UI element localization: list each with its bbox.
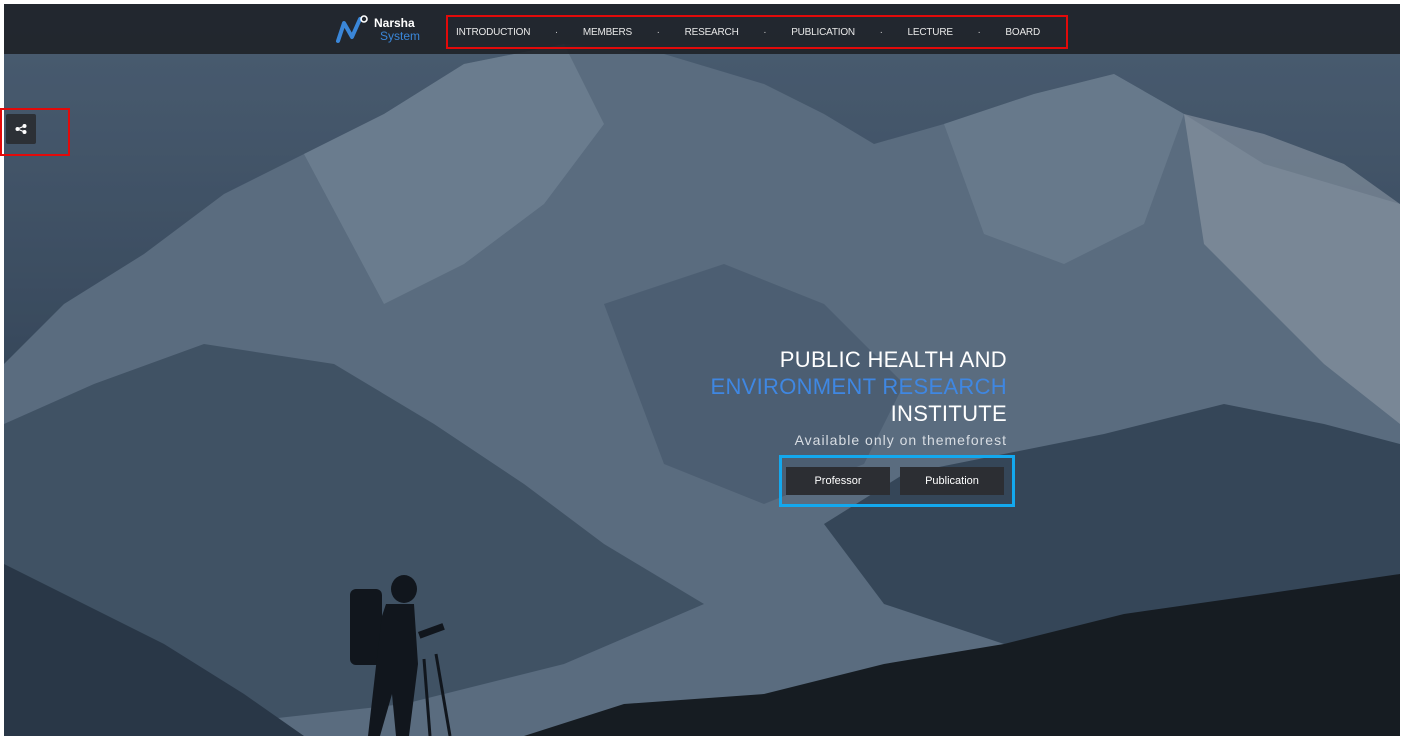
hero-subtitle: Available only on themeforest [794, 432, 1007, 448]
professor-button[interactable]: Professor [786, 467, 890, 495]
publication-button[interactable]: Publication [900, 467, 1004, 495]
brand-subname: System [380, 29, 421, 43]
nav-separator: · [977, 26, 981, 38]
nav-item-research[interactable]: RESEARCH [685, 27, 739, 38]
hero-heading: PUBLIC HEALTH AND ENVIRONMENT RESEARCH I… [710, 346, 1007, 427]
share-icon [15, 124, 27, 134]
nav-item-introduction[interactable]: INTRODUCTION [456, 27, 530, 38]
nav-item-members[interactable]: MEMBERS [583, 27, 632, 38]
logo-icon [336, 15, 368, 43]
nav-separator: · [656, 26, 660, 38]
top-navbar: Narsha System INTRODUCTION · MEMBERS · R… [4, 4, 1400, 54]
nav-item-board[interactable]: BOARD [1005, 27, 1040, 38]
nav-item-publication[interactable]: PUBLICATION [791, 27, 855, 38]
nav-separator: · [554, 26, 559, 38]
hero-title-line1: PUBLIC HEALTH AND [779, 347, 1007, 372]
nav-separator: · [763, 26, 767, 38]
brand-logo[interactable]: Narsha System [334, 13, 420, 47]
hero-title-line3: INSTITUTE [890, 401, 1007, 426]
main-menu: INTRODUCTION · MEMBERS · RESEARCH · PUBL… [446, 15, 1068, 49]
mountain-background-image [4, 4, 1400, 736]
hero-section: Narsha System INTRODUCTION · MEMBERS · R… [4, 4, 1400, 736]
share-button[interactable] [6, 114, 36, 144]
hero-title-line2: ENVIRONMENT RESEARCH [710, 374, 1007, 399]
nav-separator: · [879, 26, 883, 38]
nav-item-lecture[interactable]: LECTURE [908, 27, 953, 38]
